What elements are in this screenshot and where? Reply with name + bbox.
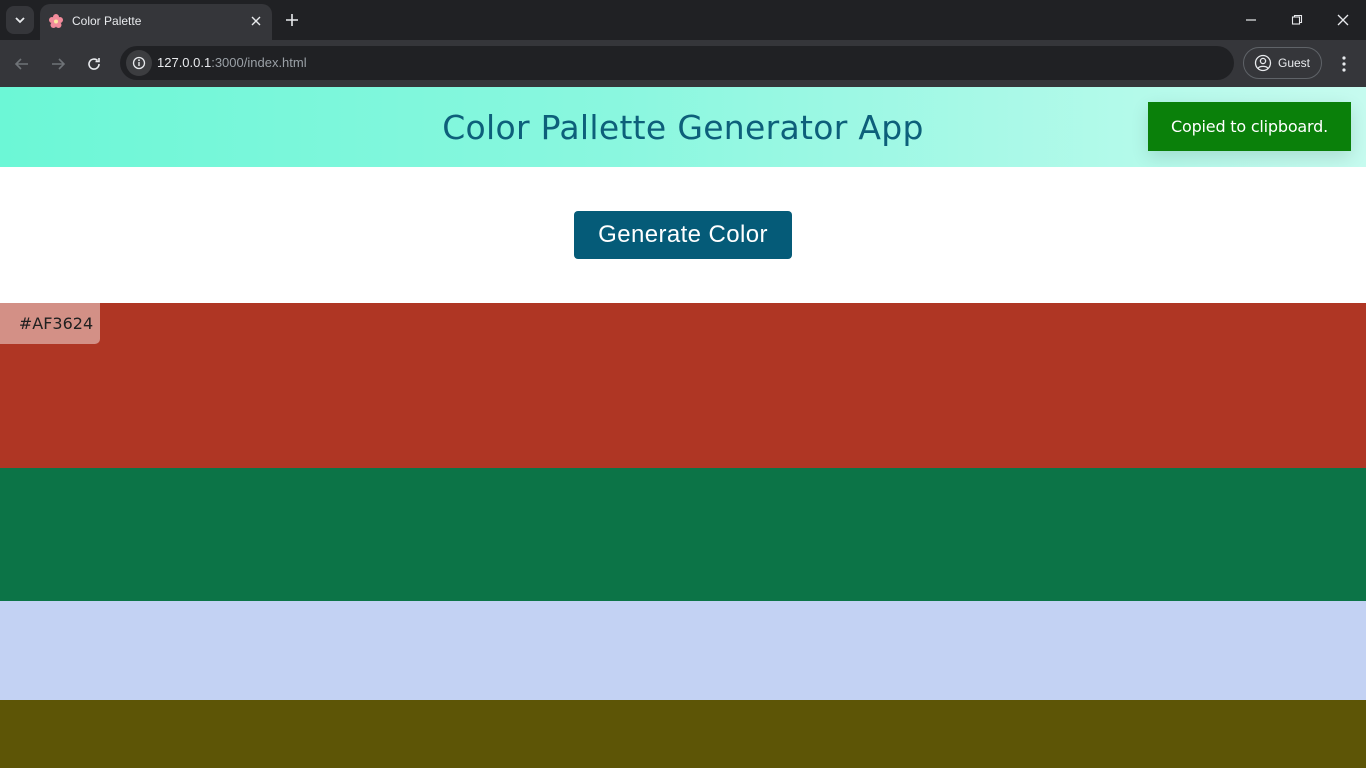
url-path: :3000/index.html — [211, 55, 307, 70]
minimize-button[interactable] — [1237, 6, 1265, 34]
controls-section: Generate Color — [0, 167, 1366, 303]
close-window-button[interactable] — [1329, 6, 1357, 34]
page-viewport: Color Pallette Generator App Copied to c… — [0, 87, 1366, 768]
back-button[interactable] — [8, 50, 36, 78]
restore-button[interactable] — [1283, 6, 1311, 34]
copied-toast: Copied to clipboard. — [1148, 102, 1351, 151]
color-swatch[interactable] — [0, 601, 1366, 700]
flower-icon — [49, 14, 63, 28]
hex-code-label[interactable]: #AF3624 — [0, 303, 100, 344]
account-circle-icon — [1254, 54, 1272, 72]
profile-label: Guest — [1278, 56, 1311, 70]
tune-icon — [132, 56, 146, 70]
tab-title: Color Palette — [72, 14, 142, 28]
plus-icon — [286, 14, 298, 26]
restore-icon — [1291, 14, 1303, 25]
arrow-right-icon — [52, 58, 66, 70]
reload-icon — [88, 58, 100, 70]
page-title: Color Pallette Generator App — [442, 107, 924, 147]
profile-button[interactable]: Guest — [1243, 47, 1322, 79]
close-icon — [1337, 14, 1349, 26]
chevron-down-icon — [15, 17, 25, 24]
browser-menu-button[interactable] — [1330, 50, 1358, 78]
new-tab-button[interactable] — [282, 10, 302, 30]
url-text: 127.0.0.1:3000/index.html — [157, 55, 307, 70]
browser-tabstrip: Color Palette — [0, 0, 1366, 40]
site-info-button[interactable] — [126, 50, 152, 76]
close-tab-icon[interactable] — [248, 13, 264, 29]
reload-button[interactable] — [80, 50, 108, 78]
tab-search-button[interactable] — [6, 6, 34, 34]
forward-button[interactable] — [44, 50, 72, 78]
address-bar[interactable]: 127.0.0.1:3000/index.html — [120, 46, 1234, 80]
browser-toolbar: 127.0.0.1:3000/index.html Guest — [0, 40, 1366, 87]
minimize-icon — [1246, 19, 1256, 21]
color-swatch[interactable]: #AF3624 — [0, 303, 1366, 468]
color-palette: #AF3624 — [0, 303, 1366, 768]
arrow-left-icon — [14, 58, 28, 70]
color-swatch[interactable] — [0, 468, 1366, 601]
tab-color-palette[interactable]: Color Palette — [40, 4, 272, 40]
more-vertical-icon — [1342, 56, 1346, 72]
url-host: 127.0.0.1 — [157, 55, 212, 70]
generate-color-button[interactable]: Generate Color — [574, 211, 792, 259]
color-swatch[interactable] — [0, 700, 1366, 768]
